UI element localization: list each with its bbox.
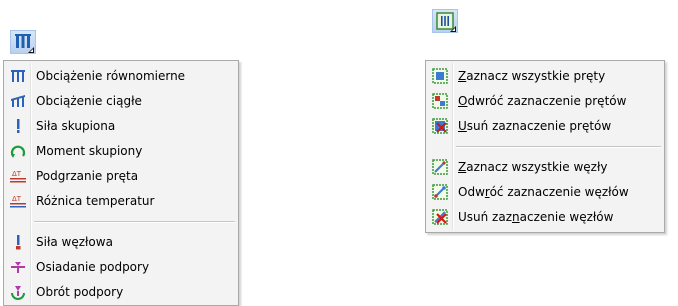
menu-separator <box>456 146 661 148</box>
menu-item-label: Zaznacz wszystkie pręty <box>458 69 606 83</box>
menu-separator <box>34 221 235 223</box>
menu-item-select-all-nodes[interactable]: Zaznacz wszystkie węzły <box>426 154 664 180</box>
bar-heating-icon: ΔT <box>10 170 26 183</box>
menu-item-nodal-force[interactable]: Siła węzłowa <box>4 229 238 255</box>
menu-item-label: Podgrzanie pręta <box>36 169 139 183</box>
menu-item-label: Obrót podpory <box>36 285 124 299</box>
menu-item-label: Usuń zaznaczenie węzłów <box>458 210 614 224</box>
select-all-nodes-icon <box>432 159 448 175</box>
svg-text:ΔT: ΔT <box>12 195 22 203</box>
menu-item-support-settlement[interactable]: Osiadanie podpory <box>4 254 238 280</box>
menu-item-continuous-load[interactable]: Obciążenie ciągłe <box>4 88 238 114</box>
menu-item-invert-nodes-selection[interactable]: Odwróć zaznaczenie węzłów <box>426 179 664 205</box>
select-all-bars-icon <box>432 68 448 84</box>
point-moment-icon <box>10 145 26 158</box>
menu-item-remove-bars-selection[interactable]: Usuń zaznaczenie prętów <box>426 113 664 139</box>
continuous-load-icon <box>11 95 25 107</box>
menu-item-label: Obciążenie ciągłe <box>36 94 142 108</box>
menu-item-support-rotation[interactable]: Obrót podpory <box>4 279 238 305</box>
menu-item-temperature-difference[interactable]: ΔT Różnica temperatur <box>4 188 238 214</box>
menu-item-remove-nodes-selection[interactable]: Usuń zaznaczenie węzłów <box>426 204 664 230</box>
menu-item-label: Moment skupiony <box>36 144 143 158</box>
uniform-load-icon <box>11 70 25 82</box>
menu-item-label: Odwróć zaznaczenie węzłów <box>458 185 629 199</box>
menu-item-label: Różnica temperatur <box>36 194 155 208</box>
menu-item-select-all-bars[interactable]: Zaznacz wszystkie pręty <box>426 63 664 89</box>
support-settlement-icon <box>11 262 25 273</box>
point-force-icon <box>17 119 20 133</box>
svg-text:ΔT: ΔT <box>12 170 22 178</box>
remove-nodes-selection-icon <box>432 209 448 225</box>
menu-item-label: Usuń zaznaczenie prętów <box>458 119 612 133</box>
selection-group-button[interactable] <box>432 9 458 33</box>
menu-item-label: Obciążenie równomierne <box>36 69 186 83</box>
invert-bars-selection-icon <box>432 93 448 109</box>
menu-item-label: Siła węzłowa <box>36 235 113 249</box>
menu-item-label: Osiadanie podpory <box>36 260 150 274</box>
load-menu: Obciążenie równomierne Obciążenie ciągłe… <box>3 60 239 306</box>
menu-item-invert-bars-selection[interactable]: Odwróć zaznaczenie prętów <box>426 88 664 114</box>
menu-item-label: Zaznacz wszystkie węzły <box>458 160 608 174</box>
menu-item-uniform-load[interactable]: Obciążenie równomierne <box>4 63 238 89</box>
remove-bars-selection-icon <box>432 118 448 134</box>
load-group-button[interactable] <box>10 30 36 54</box>
menu-item-bar-heating[interactable]: ΔT Podgrzanie pręta <box>4 163 238 189</box>
selection-menu: Zaznacz wszystkie pręty Odwróć zaznaczen… <box>425 60 665 233</box>
temperature-difference-icon: ΔT <box>10 195 26 208</box>
nodal-force-icon <box>16 235 21 250</box>
menu-item-label: Odwróć zaznaczenie prętów <box>458 94 627 108</box>
menu-item-label: Siła skupiona <box>36 119 116 133</box>
invert-nodes-selection-icon <box>432 184 448 200</box>
support-rotation-icon <box>11 286 25 300</box>
dropdown-arrow-icon <box>28 47 34 53</box>
menu-item-point-moment[interactable]: Moment skupiony <box>4 138 238 164</box>
menu-item-point-force[interactable]: Siła skupiona <box>4 113 238 139</box>
dropdown-arrow-icon <box>450 26 456 32</box>
